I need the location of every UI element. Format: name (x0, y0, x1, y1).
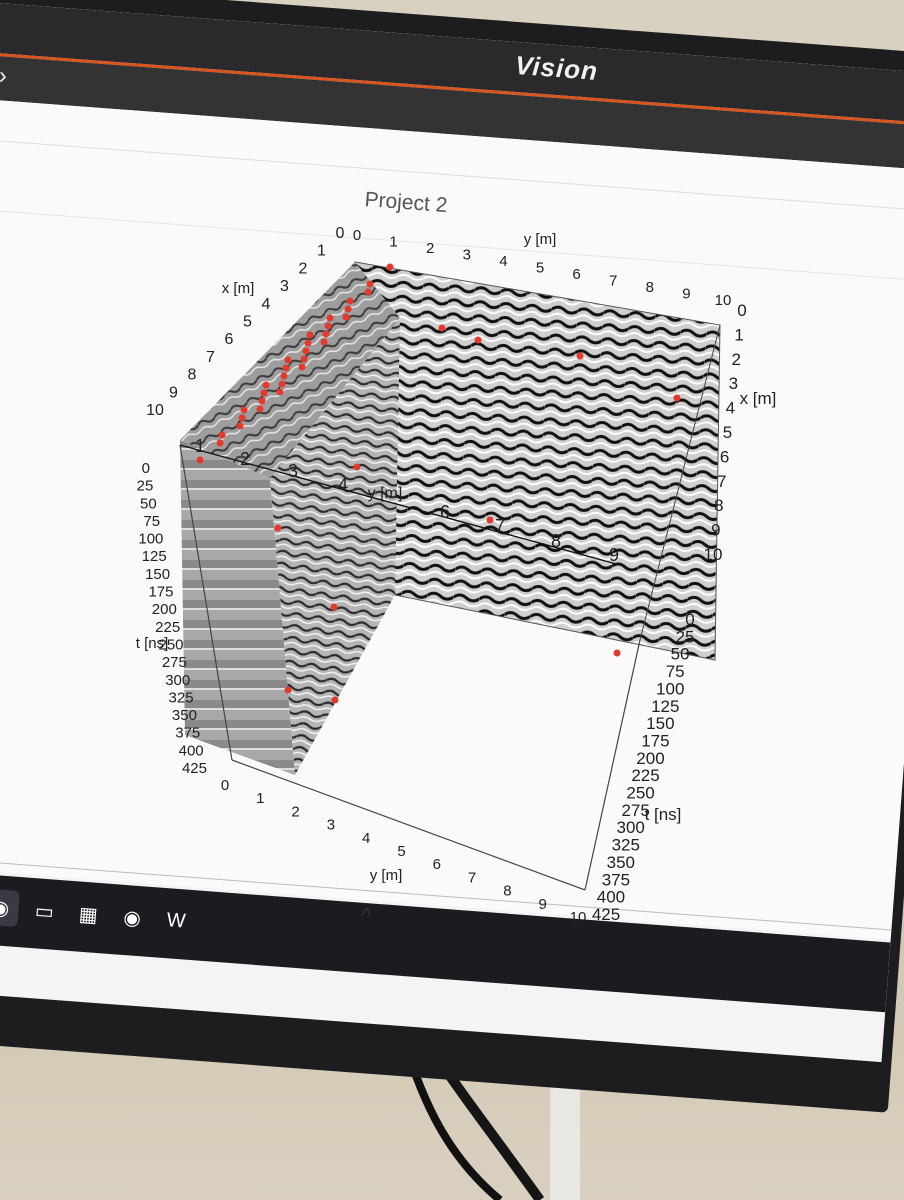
chrome-icon[interactable]: ◉ (113, 898, 152, 937)
chevron-up-icon[interactable]: ^ (360, 903, 372, 930)
app-title: Vision (514, 49, 600, 87)
chrome-icon[interactable]: ◉ (0, 888, 20, 927)
plot-panel[interactable] (0, 209, 904, 931)
project-title: Project 2 (363, 187, 449, 218)
file-explorer-icon[interactable]: ▭ (25, 892, 64, 931)
screen: Vision › Project 2 ^ ◐◉▭▦◉W (0, 2, 904, 1063)
word-icon[interactable]: W (157, 902, 196, 941)
calendar-icon[interactable]: ▦ (69, 895, 108, 934)
monitor: Vision › Project 2 ^ ◐◉▭▦◉W (0, 0, 904, 1113)
chevron-right-icon[interactable]: › (0, 62, 8, 91)
content-area: Project 2 (0, 99, 904, 940)
